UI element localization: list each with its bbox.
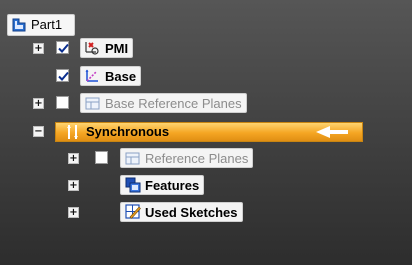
tree-item-label: Base Reference Planes (105, 96, 242, 111)
checkbox-reference-planes[interactable] (95, 151, 108, 164)
tree-root-label: Part1 (31, 17, 63, 32)
sketches-icon (124, 203, 142, 221)
tree-item-synchronous-label: Synchronous (86, 124, 170, 139)
expander-features[interactable]: + (68, 180, 79, 191)
checkbox-pmi[interactable] (56, 41, 69, 54)
expander-pmi[interactable]: + (33, 43, 44, 54)
tree-item-label: Base (105, 69, 137, 84)
tree-item-label: Features (145, 178, 200, 193)
part-icon (11, 17, 27, 33)
expander-reference-planes[interactable]: + (68, 153, 79, 164)
features-icon (124, 176, 142, 194)
coordinate-system-icon (83, 67, 101, 85)
tree-item-label: Used Sketches (145, 205, 238, 220)
pmi-icon (83, 39, 101, 57)
tree-item-label: PMI (105, 41, 129, 56)
checkbox-base-reference-planes[interactable] (56, 96, 69, 109)
reference-planes-icon (84, 95, 102, 113)
tree-root[interactable]: Part1 (7, 14, 75, 36)
selection-arrow-icon (314, 124, 350, 140)
synchronous-icon (64, 123, 82, 141)
expander-used-sketches[interactable]: + (68, 207, 79, 218)
expander-base-reference-planes[interactable]: + (33, 98, 44, 109)
tree-item-label: Reference Planes (145, 151, 249, 166)
tree-item-base-reference-planes[interactable]: Base Reference Planes (80, 93, 247, 113)
checkbox-base[interactable] (56, 69, 69, 82)
reference-planes-icon (124, 150, 142, 168)
collapse-expander-synchronous[interactable]: − (33, 126, 44, 137)
